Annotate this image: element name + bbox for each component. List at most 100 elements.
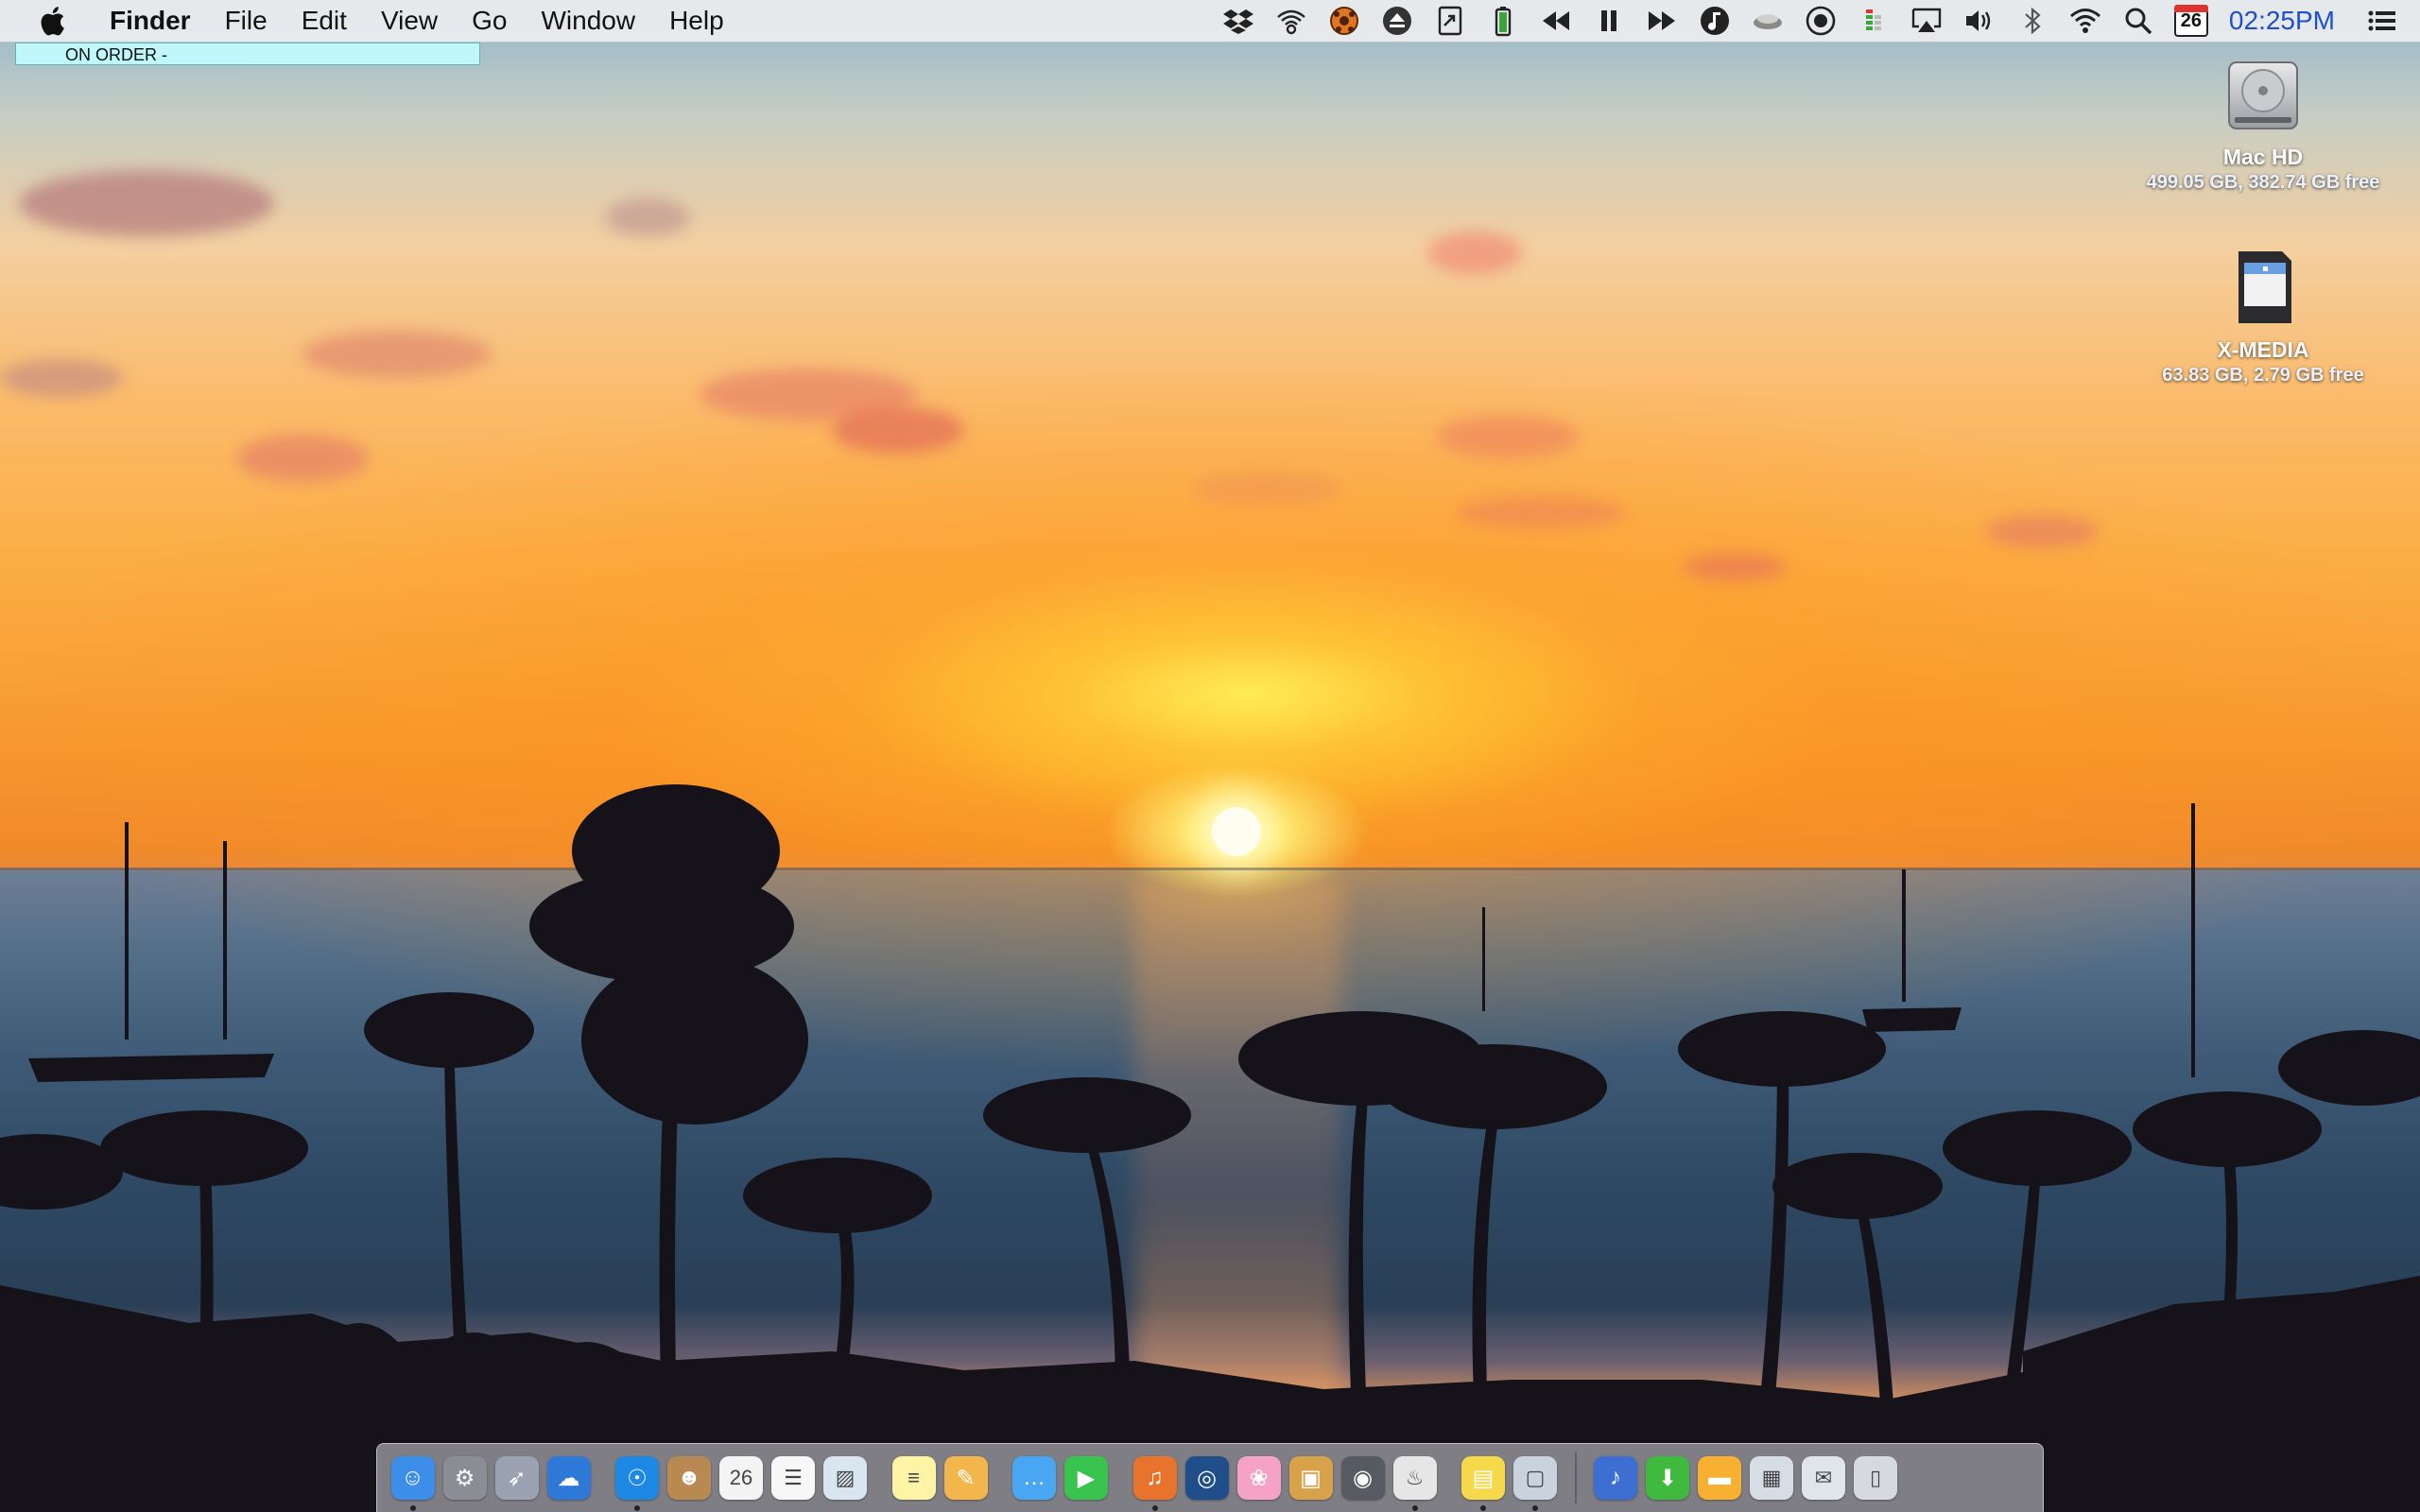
level-meter-icon[interactable] [1855, 2, 1893, 40]
menu-view[interactable]: View [364, 0, 455, 42]
running-indicator [1151, 1505, 1158, 1511]
notification-center-icon[interactable] [2363, 2, 2401, 40]
rewind-icon[interactable] [1537, 2, 1575, 40]
screenshot-icon: ▢ [1525, 1466, 1546, 1489]
apple-menu-icon[interactable] [38, 5, 66, 37]
pencil-icon: ✎ [956, 1465, 976, 1491]
dock-item-textedit[interactable]: ✎ [943, 1456, 988, 1500]
dock-item-screenshots-folder[interactable]: ▦ [1750, 1456, 1793, 1500]
sticky-note-icon: ▤ [1472, 1465, 1495, 1491]
calendar-icon: 26 [729, 1466, 753, 1489]
airplay-icon[interactable] [1908, 2, 1945, 40]
chat-bubble-icon: … [1023, 1465, 1046, 1490]
wifi-icon[interactable] [2066, 2, 2104, 40]
desktop-icon-info: 63.83 GB, 2.79 GB free [2162, 365, 2364, 386]
dock-item-facetime[interactable]: ▶ [1064, 1456, 1108, 1500]
dock-item-documents-folder[interactable]: ▬ [1698, 1456, 1741, 1500]
folder-icon: ▬ [1708, 1465, 1731, 1490]
battery-icon[interactable] [1484, 2, 1522, 40]
menubar-clock[interactable]: 02:25PM [2229, 6, 2335, 36]
menu-edit[interactable]: Edit [285, 0, 364, 42]
running-indicator [1411, 1505, 1418, 1511]
pause-icon[interactable] [1590, 2, 1628, 40]
hard-drive-icon [2228, 61, 2298, 129]
trash-icon: ▯ [1869, 1466, 1882, 1489]
menu-file[interactable]: File [208, 0, 285, 42]
cloud-icon: ☁ [557, 1465, 580, 1491]
dock-item-network-utility[interactable]: ◎ [1184, 1456, 1229, 1500]
fast-forward-icon[interactable] [1643, 2, 1681, 40]
running-indicator [634, 1505, 640, 1511]
dock-item-preview[interactable]: ▨ [823, 1456, 867, 1500]
dock-item-icloud-drive[interactable]: ☁ [546, 1456, 591, 1500]
soccer-ball-icon[interactable] [1325, 2, 1363, 40]
dock-item-safari[interactable]: ☉ [615, 1456, 659, 1511]
dock-separator [1574, 1452, 1577, 1503]
record-icon[interactable] [1802, 2, 1840, 40]
finder-icon: ☺ [401, 1465, 424, 1490]
dock-item-trash[interactable]: ▯ [1854, 1456, 1897, 1500]
reminders-icon: ☰ [784, 1466, 803, 1489]
rocket-icon: ➶ [507, 1465, 527, 1491]
compass-icon: ☉ [627, 1465, 648, 1491]
dock-item-image-capture[interactable]: ▣ [1288, 1456, 1333, 1500]
menu-window[interactable]: Window [524, 0, 652, 42]
dock-item-photos[interactable]: ❀ [1236, 1456, 1281, 1500]
menu-help[interactable]: Help [652, 0, 741, 42]
disk-icon: ◉ [1353, 1465, 1373, 1491]
desktop-icon-info: 499.05 GB, 382.74 GB free [2146, 172, 2380, 193]
dock-item-stickies[interactable]: ▤ [1461, 1456, 1505, 1511]
dropbox-icon[interactable] [1219, 2, 1257, 40]
popcorn-icon: ♨ [1405, 1466, 1425, 1489]
wireless-signal-icon[interactable] [1272, 2, 1310, 40]
on-order-sticky-note[interactable]: ON ORDER - [15, 43, 480, 65]
teacup-icon[interactable] [1749, 2, 1787, 40]
dock-item-music-notation[interactable]: ♪ [1594, 1456, 1637, 1500]
bluetooth-icon[interactable] [2014, 2, 2051, 40]
desktop-wallpaper: Finder File Edit View Go Window Help 26 … [0, 0, 2420, 1512]
video-camera-icon: ▶ [1077, 1465, 1096, 1491]
desktop-icon-x-media[interactable]: X-MEDIA 63.83 GB, 2.79 GB free [2121, 248, 2405, 387]
music-disc-icon: ♫ [1146, 1465, 1164, 1490]
palm-tree-silhouette [0, 784, 2420, 1512]
notes-icon: ≡ [908, 1466, 920, 1489]
sd-card-icon [2238, 251, 2291, 323]
dock-item-screenshot-tool[interactable]: ▢ [1513, 1456, 1557, 1511]
dock-item-popcorn-app[interactable]: ♨ [1392, 1456, 1437, 1511]
download-arrow-icon: ⬇ [1657, 1465, 1678, 1491]
eject-icon[interactable] [1378, 2, 1416, 40]
dock-item-system-preferences[interactable]: ⚙ [442, 1456, 487, 1500]
document-arrow-icon[interactable] [1431, 2, 1469, 40]
menu-go[interactable]: Go [455, 0, 524, 42]
dock-item-notes[interactable]: ≡ [891, 1456, 936, 1500]
contacts-icon: ☻ [677, 1465, 701, 1490]
menu-app-name[interactable]: Finder [102, 0, 208, 42]
dock-item-reminders[interactable]: ☰ [771, 1456, 815, 1500]
desktop-icon-mac-hd[interactable]: Mac HD 499.05 GB, 382.74 GB free [2121, 55, 2405, 194]
status-menu-area: 26 02:25PM [1212, 0, 2420, 42]
dock: ☺ ⚙ ➶ ☁ ☉ ☻ 26 ☰ ▨ ≡ ✎ … ▶ ♫ ◎ ❀ ▣ ◉ ♨ ▤ ▢ ♪ ⬇ ▬ ▦ ✉ ▯ [376, 1443, 2044, 1512]
running-indicator [1480, 1505, 1486, 1511]
dock-item-mail-folder[interactable]: ✉ [1802, 1456, 1845, 1500]
spotlight-search-icon[interactable] [2119, 2, 2157, 40]
dock-item-finder[interactable]: ☺ [390, 1456, 435, 1511]
photo-stack-icon: ▣ [1300, 1465, 1322, 1491]
dock-item-disk-utility[interactable]: ◉ [1340, 1456, 1385, 1500]
music-note-icon[interactable] [1696, 2, 1734, 40]
desktop-icon-label: X-MEDIA [2217, 337, 2309, 362]
desktop-icon-label: Mac HD [2222, 145, 2304, 169]
dock-item-calendar[interactable]: 26 [719, 1456, 763, 1500]
dock-item-downloads[interactable]: ⬇ [1646, 1456, 1689, 1500]
calendar-date-icon[interactable]: 26 [2172, 2, 2210, 40]
calendar-day: 26 [2173, 5, 2208, 37]
dock-item-messages[interactable]: … [1012, 1456, 1056, 1500]
volume-icon[interactable] [1961, 2, 1998, 40]
dock-item-launchpad[interactable]: ➶ [494, 1456, 539, 1500]
envelope-folder-icon: ✉ [1814, 1466, 1833, 1489]
globe-icon: ◎ [1197, 1465, 1217, 1491]
dock-item-contacts[interactable]: ☻ [667, 1456, 711, 1500]
pinwheel-icon: ❀ [1249, 1465, 1269, 1491]
preview-icon: ▨ [835, 1466, 856, 1489]
running-indicator [409, 1505, 416, 1511]
dock-item-itunes[interactable]: ♫ [1132, 1456, 1177, 1511]
